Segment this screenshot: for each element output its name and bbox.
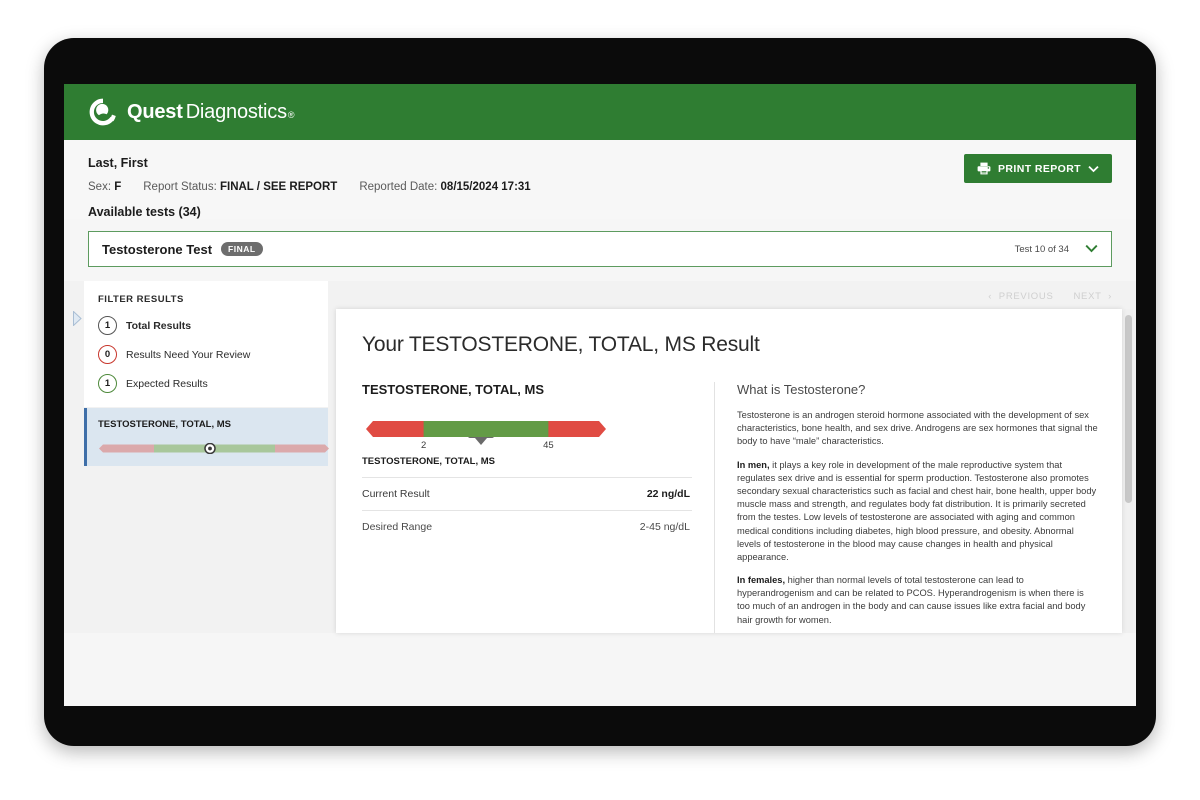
status-badge: FINAL	[221, 241, 263, 257]
panel-scrollbar-thumb[interactable]	[1125, 315, 1132, 503]
info-paragraph-3: In females, higher than normal levels of…	[737, 574, 1098, 627]
needs-review-count: 0	[98, 345, 117, 364]
filter-row-total-results[interactable]: 1 Total Results	[98, 316, 314, 335]
info-heading: What is Testosterone?	[737, 382, 866, 397]
result-table-caption: TESTOSTERONE, TOTAL, MS	[362, 456, 496, 467]
gauge-tick-labels: 2 45	[366, 440, 606, 454]
selected-test-name: Testosterone Test	[102, 241, 213, 257]
sidebar-test-label: TESTOSTERONE, TOTAL, MS	[98, 419, 232, 430]
analyte-title: TESTOSTERONE, TOTAL, MS	[362, 382, 545, 397]
report-status-label: Report Status:	[143, 181, 217, 193]
content-area: FILTER RESULTS 1 Total Results 0 Results…	[64, 281, 1136, 633]
total-results-count: 1	[98, 316, 117, 335]
page-title: Your TESTOSTERONE, TOTAL, MS Result	[362, 333, 760, 356]
table-row: Current Result 22 ng/dL	[362, 477, 692, 510]
expected-results-count: 1	[98, 374, 117, 393]
gauge-tick-high: 45	[543, 440, 554, 451]
chevron-down-icon[interactable]	[1085, 240, 1098, 258]
previous-label: PREVIOUS	[998, 291, 1054, 302]
brand-wordmark: Quest Diagnostics ®	[127, 100, 295, 124]
result-values-column: TESTOSTERONE, TOTAL, MS 22	[362, 382, 714, 633]
brand-trademark: ®	[287, 109, 295, 120]
total-results-label: Total Results	[126, 319, 192, 332]
filter-results-title: FILTER RESULTS	[98, 294, 184, 305]
test-selector-dropdown[interactable]: Testosterone Test FINAL Test 10 of 34	[88, 231, 1112, 267]
reference-range-gauge: 22 2 45	[366, 421, 606, 454]
gauge-bar	[366, 421, 606, 437]
brand-name-light: Diagnostics	[185, 100, 287, 123]
patient-name: Last, First	[88, 156, 148, 170]
desired-range-label: Desired Range	[362, 521, 433, 533]
printer-icon	[977, 162, 991, 175]
info-paragraph-2: In men, it plays a key role in developme…	[737, 459, 1098, 565]
reported-date-field: Reported Date: 08/15/2024 17:31	[359, 181, 530, 193]
available-tests-heading: Available tests (34)	[88, 205, 201, 219]
active-filter-arrow-icon	[73, 310, 85, 327]
needs-review-label: Results Need Your Review	[126, 348, 251, 361]
print-report-label: PRINT REPORT	[998, 162, 1081, 175]
filter-results-card: FILTER RESULTS 1 Total Results 0 Results…	[73, 281, 328, 407]
sidebar-test-item[interactable]: TESTOSTERONE, TOTAL, MS	[84, 408, 329, 466]
current-result-value: 22 ng/dL	[646, 488, 690, 500]
site-header: Quest Diagnostics ®	[64, 84, 1136, 140]
result-columns: TESTOSTERONE, TOTAL, MS 22	[362, 382, 1098, 633]
patient-summary-bar: Last, First Sex: F Report Status: FINAL …	[64, 140, 1136, 219]
tablet-device-frame: Quest Diagnostics ® Last, First Sex: F R…	[44, 38, 1156, 746]
next-label: NEXT	[1073, 291, 1102, 302]
expected-results-label: Expected Results	[126, 377, 208, 390]
test-info-column: What is Testosterone? Testosterone is an…	[714, 382, 1098, 633]
result-detail-panel: Your TESTOSTERONE, TOTAL, MS Result TEST…	[336, 309, 1122, 633]
browser-viewport: Quest Diagnostics ® Last, First Sex: F R…	[64, 84, 1136, 706]
result-pagination: ‹ PREVIOUS NEXT ›	[988, 291, 1112, 302]
next-result-button[interactable]: NEXT ›	[1073, 291, 1112, 302]
print-report-button[interactable]: PRINT REPORT	[964, 154, 1112, 183]
results-panel-container: ‹ PREVIOUS NEXT › Your TESTOSTERONE, TOT…	[328, 281, 1136, 633]
reported-date-value: 08/15/2024 17:31	[440, 181, 531, 193]
sex-value: F	[114, 181, 122, 193]
current-result-label: Current Result	[362, 488, 430, 500]
patient-metadata-row: Sex: F Report Status: FINAL / SEE REPORT…	[88, 181, 1112, 193]
desired-range-value: 2-45 ng/dL	[639, 521, 690, 533]
report-status-field: Report Status: FINAL / SEE REPORT	[143, 181, 337, 193]
report-status-value: FINAL / SEE REPORT	[219, 181, 338, 193]
table-row: Desired Range 2-45 ng/dL	[362, 510, 692, 543]
info-p3-lead: In females,	[737, 575, 786, 586]
test-counter-label: Test 10 of 34	[1014, 243, 1069, 255]
panel-scrollbar-track[interactable]	[1124, 309, 1133, 633]
info-p3-body: higher than normal levels of total testo…	[737, 575, 1086, 625]
info-p2-lead: In men,	[737, 459, 770, 470]
previous-result-button[interactable]: ‹ PREVIOUS	[988, 291, 1053, 302]
gauge-tick-low: 2	[420, 440, 427, 451]
filter-sidebar: FILTER RESULTS 1 Total Results 0 Results…	[64, 281, 329, 633]
sex-field: Sex: F	[88, 181, 121, 193]
info-paragraph-1: Testosterone is an androgen steroid horm…	[737, 410, 1098, 447]
filter-row-expected-results[interactable]: 1 Expected Results	[98, 374, 314, 393]
brand-name-bold: Quest	[127, 100, 183, 123]
chevron-down-icon	[1088, 165, 1099, 173]
reported-date-label: Reported Date:	[359, 181, 438, 193]
quest-swirl-logo-icon	[88, 97, 118, 127]
info-p2-body: it plays a key role in development of th…	[737, 459, 1097, 562]
filter-row-needs-review[interactable]: 0 Results Need Your Review	[98, 345, 314, 364]
sex-label: Sex:	[88, 181, 112, 193]
sidebar-range-gauge	[98, 441, 329, 455]
